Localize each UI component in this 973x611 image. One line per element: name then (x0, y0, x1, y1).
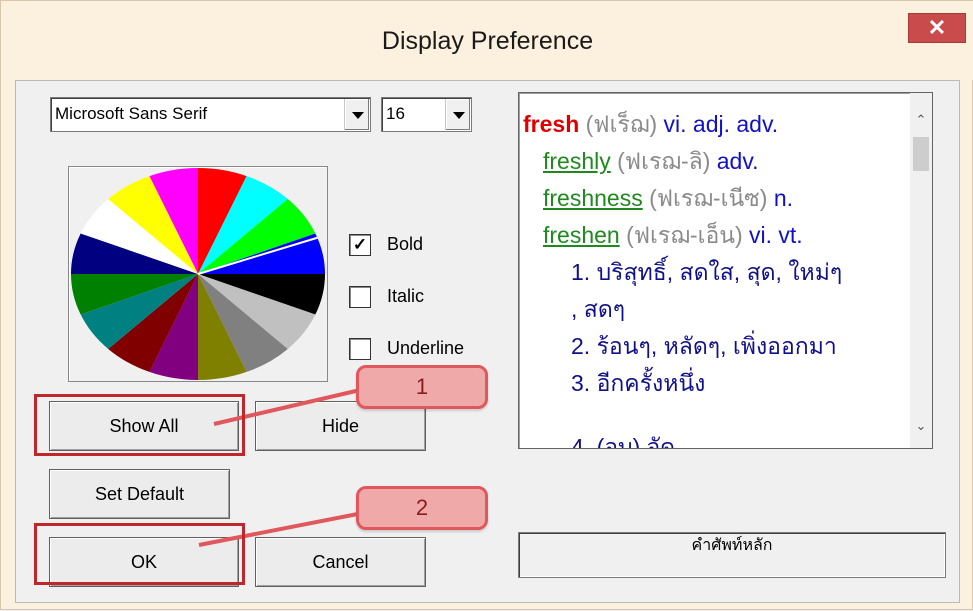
bold-checkbox[interactable]: ✓ (349, 234, 371, 256)
font-size-value: 16 (386, 104, 405, 123)
preview-pronunciation: (ฟเร็ฌ) (585, 111, 658, 137)
chevron-down-icon[interactable] (445, 99, 470, 130)
callout-2: 2 (356, 486, 488, 530)
preview-definition: 4. (อบ) จัด (571, 434, 676, 449)
dictionary-preview-pane[interactable]: fresh (ฟเร็ฌ) vi. adj. adv. freshly (ฟเร… (518, 92, 933, 449)
preview-definition: 1. บริสุทธิ์, สดใส, สุด, ใหม่ๆ (571, 259, 843, 285)
preview-pronunciation: (ฟเรฌ-เนีซ) (649, 185, 768, 211)
preview-part-of-speech: vi. vt. (749, 222, 803, 248)
title-bar[interactable]: Display Preference ✕ (1, 1, 973, 80)
close-button[interactable]: ✕ (908, 13, 966, 43)
preview-definition: 2. ร้อนๆ, หลัดๆ, เพิ่งออกมา (571, 333, 837, 359)
scroll-down-arrow-icon[interactable]: ⌄ (914, 419, 928, 433)
color-wheel[interactable] (69, 167, 327, 381)
preview-derivative-word: freshness (543, 185, 643, 211)
chevron-down-icon[interactable] (344, 99, 369, 130)
font-family-value: Microsoft Sans Serif (55, 104, 208, 123)
preview-pronunciation: (ฟเรฌ-ลิ) (617, 148, 711, 174)
preview-derivative-line: freshen (ฟเรฌ-เอ็น) vi. vt. (543, 218, 803, 254)
italic-label: Italic (387, 286, 425, 306)
callout-1: 1 (356, 365, 488, 409)
color-picker-panel (68, 166, 328, 382)
preview-derivative-line: freshness (ฟเรฌ-เนีซ) n. (543, 181, 793, 217)
font-size-select[interactable]: 16 (381, 97, 472, 132)
preview-derivative-word: freshly (543, 148, 611, 174)
scroll-thumb[interactable] (913, 137, 929, 171)
preview-headword-line: fresh (ฟเร็ฌ) vi. adj. adv. (523, 107, 778, 143)
preview-definition: , สดๆ (571, 296, 626, 322)
italic-checkbox[interactable] (349, 286, 371, 308)
preview-pronunciation: (ฟเรฌ-เอ็น) (626, 222, 743, 248)
underline-label: Underline (387, 338, 465, 358)
headword-label-field: คำศัพท์หลัก (518, 532, 946, 578)
preview-part-of-speech: vi. adj. adv. (663, 111, 779, 137)
underline-checkbox[interactable] (349, 338, 371, 360)
preview-scrollbar[interactable]: ⌃ ⌄ (910, 93, 932, 448)
font-family-select[interactable]: Microsoft Sans Serif (50, 97, 371, 132)
check-icon: ✓ (352, 235, 368, 254)
preview-derivative-line: freshly (ฟเรฌ-ลิ) adv. (543, 144, 759, 180)
dialog-title: Display Preference (381, 27, 594, 55)
preview-headword: fresh (523, 111, 580, 137)
preview-derivative-word: freshen (543, 222, 620, 248)
cancel-button[interactable]: Cancel (255, 537, 426, 587)
close-icon: ✕ (927, 15, 947, 40)
preview-part-of-speech: n. (773, 185, 794, 211)
highlight-show-all (34, 394, 245, 456)
dialog-window: Display Preference ✕ Microsoft Sans Seri… (0, 0, 973, 610)
bold-label: Bold (387, 234, 424, 254)
preview-definition: 3. อีกครั้งหนึ่ง (571, 370, 706, 396)
preview-part-of-speech: adv. (716, 148, 759, 174)
set-default-button[interactable]: Set Default (49, 469, 230, 519)
highlight-ok (34, 523, 245, 585)
scroll-up-arrow-icon[interactable]: ⌃ (914, 113, 928, 127)
